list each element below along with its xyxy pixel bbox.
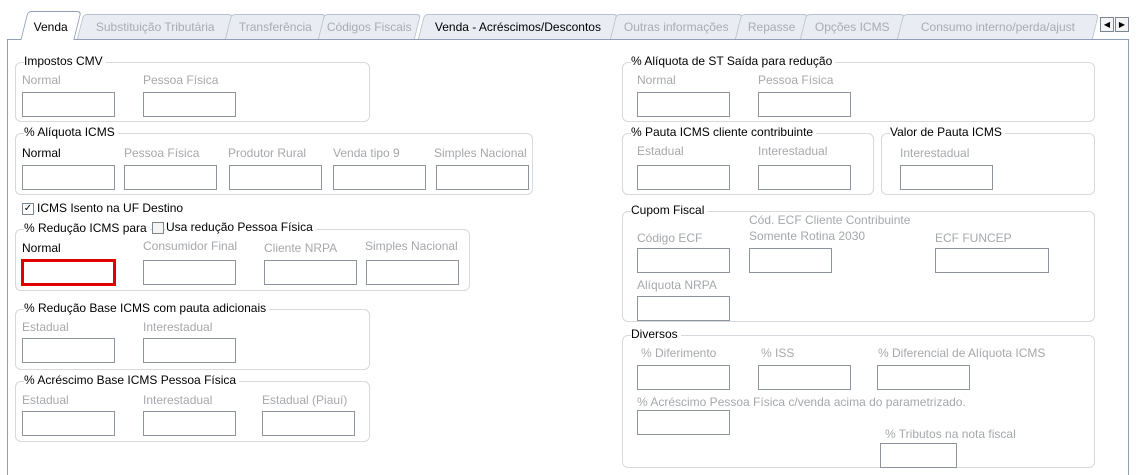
aliquota-icms-normal-input[interactable]	[22, 165, 115, 190]
field-label: Normal	[22, 73, 61, 87]
aliquota-st-pessoa-fisica-input[interactable]	[758, 92, 851, 117]
impostos-cmv-pessoa-fisica-input[interactable]	[143, 92, 236, 117]
field-label: Simples Nacional	[434, 146, 527, 160]
chevron-left-icon: ◀	[1103, 20, 1111, 29]
impostos-cmv-normal-input[interactable]	[22, 92, 115, 117]
field-label: Somente Rotina 2030	[749, 229, 866, 243]
acrescimo-base-estadual-input[interactable]	[22, 411, 115, 436]
group-title: Impostos CMV	[24, 54, 106, 68]
tributos-nota-input[interactable]	[880, 443, 957, 468]
field-label: Normal	[22, 146, 61, 160]
reducao-icms-normal-input[interactable]	[21, 259, 116, 286]
tab-label: Venda	[33, 20, 68, 34]
field-label: % Diferimento	[641, 346, 717, 360]
reducao-icms-consumidor-final-input[interactable]	[143, 260, 236, 285]
tab-venda[interactable]: Venda	[20, 11, 82, 40]
tab-label: Opções ICMS	[815, 20, 890, 34]
field-label: % Tributos na nota fiscal	[885, 427, 1016, 441]
checkmark-icon: ✓	[23, 203, 33, 214]
field-label: Interestadual	[143, 320, 213, 334]
usa-reducao-pf-checkbox[interactable]	[152, 222, 164, 234]
diferimento-input[interactable]	[637, 365, 730, 390]
group-title: % Redução ICMS para	[24, 221, 150, 235]
tab-label: Repasse	[747, 20, 796, 34]
codigo-ecf-input[interactable]	[637, 248, 730, 273]
aliquota-icms-pessoa-fisica-input[interactable]	[124, 165, 217, 190]
tab-label: Transferência	[238, 20, 312, 34]
acrescimo-base-estadual-piaui-input[interactable]	[262, 411, 355, 436]
group-title: % Alíquota de ST Saída para redução	[631, 54, 836, 68]
field-label: Interestadual	[758, 144, 828, 158]
field-label: Estadual (Piauí)	[262, 393, 348, 407]
field-label: Pessoa Física	[124, 146, 200, 160]
group-title: % Pauta ICMS cliente contribuinte	[631, 125, 817, 139]
field-label: Código ECF	[637, 231, 703, 245]
diferencial-aliquota-input[interactable]	[877, 365, 970, 390]
pauta-icms-interestadual-input[interactable]	[758, 165, 851, 190]
field-label: % ISS	[761, 346, 795, 360]
group-title: Diversos	[631, 327, 681, 341]
aliquota-icms-venda-tipo9-input[interactable]	[333, 165, 426, 190]
field-label: Pessoa Física	[143, 73, 219, 87]
tab-scroll-left-button[interactable]: ◀	[1100, 17, 1114, 32]
tab-transferencia[interactable]: Transferência	[224, 14, 327, 39]
tab-label: Outras informações	[624, 20, 729, 34]
field-label: Normal	[637, 73, 676, 87]
field-label: Interestadual	[143, 393, 213, 407]
tab-repasse[interactable]: Repasse	[734, 14, 809, 39]
tab-label: Substituição Tributária	[95, 20, 215, 34]
reducao-base-interestadual-input[interactable]	[143, 338, 236, 363]
field-label: Alíquota NRPA	[637, 278, 717, 292]
iss-input[interactable]	[758, 365, 851, 390]
group-title: % Alíquota ICMS	[24, 125, 118, 139]
tab-scroll-right-button[interactable]: ▶	[1115, 17, 1129, 32]
usa-reducao-pf-label: Usa redução Pessoa Física	[166, 220, 316, 234]
tab-codigos-fiscais[interactable]: Códigos Fiscais	[317, 14, 422, 39]
field-label: Cód. ECF Cliente Contribuinte	[749, 213, 911, 227]
ecf-funcep-input[interactable]	[935, 248, 1049, 273]
group-title: % Redução Base ICMS com pauta adicionais	[24, 301, 270, 315]
field-label: % Diferencial de Alíquota ICMS	[878, 346, 1046, 360]
aliquota-icms-simples-nacional-input[interactable]	[436, 165, 529, 190]
icms-isento-checkbox[interactable]: ✓	[22, 203, 34, 215]
tab-label: Venda - Acréscimos/Descontos	[434, 20, 601, 34]
pauta-icms-estadual-input[interactable]	[637, 165, 730, 190]
field-label: Simples Nacional	[365, 239, 458, 253]
group-title: % Acréscimo Base ICMS Pessoa Física	[24, 373, 240, 387]
aliquota-nrpa-input[interactable]	[637, 296, 730, 321]
tab-venda-acrescimos-descontos[interactable]: Venda - Acréscimos/Descontos	[417, 14, 619, 39]
acrescimo-pf-input[interactable]	[637, 410, 730, 435]
cod-ecf-cliente-input[interactable]	[749, 248, 832, 273]
field-label: ECF FUNCEP	[935, 231, 1012, 245]
field-label: Normal	[22, 241, 61, 255]
group-title: Valor de Pauta ICMS	[890, 125, 1005, 139]
tab-outras-informacoes[interactable]: Outras informações	[609, 14, 744, 39]
icms-isento-label: ICMS Isento na UF Destino	[37, 201, 184, 215]
aliquota-st-normal-input[interactable]	[637, 92, 730, 117]
field-label: % Acréscimo Pessoa Física c/venda acima …	[637, 395, 966, 409]
reducao-icms-cliente-nrpa-input[interactable]	[264, 260, 357, 285]
acrescimo-base-interestadual-input[interactable]	[143, 411, 236, 436]
tab-label: Consumo interno/perda/ajust	[920, 20, 1075, 34]
field-label: Interestadual	[900, 146, 970, 160]
field-label: Cliente NRPA	[264, 241, 338, 255]
field-label: Consumidor Final	[143, 239, 238, 253]
reducao-icms-simples-nacional-input[interactable]	[366, 260, 459, 285]
field-label: Venda tipo 9	[333, 146, 400, 160]
tab-substituicao-tributaria[interactable]: Substituição Tributária	[76, 14, 234, 39]
tab-label: Códigos Fiscais	[327, 20, 412, 34]
field-label: Pessoa Física	[758, 73, 834, 87]
tab-opcoes-icms[interactable]: Opções ICMS	[799, 14, 906, 39]
group-title: Cupom Fiscal	[631, 203, 708, 217]
aliquota-icms-produtor-rural-input[interactable]	[229, 165, 322, 190]
field-label: Estadual	[22, 393, 69, 407]
valor-pauta-interestadual-input[interactable]	[900, 165, 993, 190]
tab-consumo-interno[interactable]: Consumo interno/perda/ajust	[896, 14, 1100, 39]
field-label: Estadual	[22, 320, 69, 334]
reducao-base-estadual-input[interactable]	[22, 338, 115, 363]
field-label: Produtor Rural	[228, 146, 307, 160]
field-label: Estadual	[637, 144, 684, 158]
chevron-right-icon: ▶	[1118, 20, 1126, 29]
